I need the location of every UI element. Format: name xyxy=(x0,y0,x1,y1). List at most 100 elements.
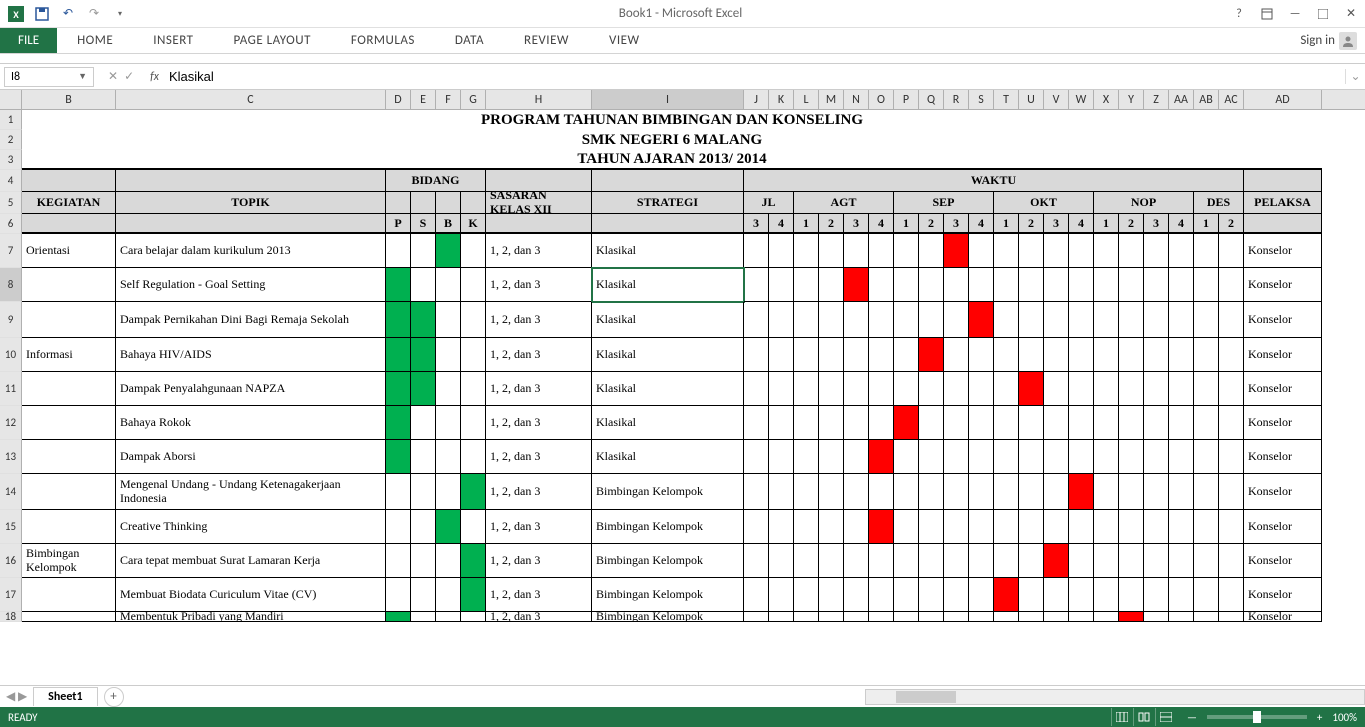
cell-B[interactable] xyxy=(436,302,461,338)
cell-waktu[interactable] xyxy=(869,578,894,612)
cell-waktu[interactable] xyxy=(919,268,944,302)
cell-waktu[interactable] xyxy=(1194,302,1219,338)
fx-icon[interactable]: fx xyxy=(144,70,165,84)
cell-waktu[interactable] xyxy=(769,372,794,406)
cell-waktu[interactable] xyxy=(1169,612,1194,622)
colhead-I[interactable]: I xyxy=(592,90,744,109)
cell-waktu[interactable] xyxy=(1194,406,1219,440)
cell-waktu[interactable] xyxy=(969,268,994,302)
cell-P[interactable] xyxy=(386,440,411,474)
cell[interactable] xyxy=(116,214,386,234)
cell-strategi[interactable]: Klasikal xyxy=(592,338,744,372)
cell-pelaksana[interactable]: Konselor xyxy=(1244,338,1322,372)
cell-waktu[interactable] xyxy=(994,268,1019,302)
cell-K[interactable] xyxy=(461,510,486,544)
cell-waktu[interactable] xyxy=(1169,578,1194,612)
cell-waktu[interactable] xyxy=(844,578,869,612)
cell-P[interactable] xyxy=(386,302,411,338)
cell-kegiatan[interactable]: Orientasi xyxy=(22,234,116,268)
cell-waktu[interactable] xyxy=(869,440,894,474)
cell-waktu[interactable] xyxy=(844,474,869,510)
cell-waktu[interactable] xyxy=(769,234,794,268)
cell-waktu[interactable] xyxy=(1044,234,1069,268)
cell-waktu[interactable] xyxy=(1019,544,1044,578)
formula-input[interactable] xyxy=(165,67,1345,86)
cell-P[interactable] xyxy=(386,372,411,406)
cell-waktu[interactable] xyxy=(1119,544,1144,578)
cell-waktu[interactable] xyxy=(1144,612,1169,622)
cell-waktu[interactable] xyxy=(1119,612,1144,622)
cell-waktu[interactable] xyxy=(894,234,919,268)
cell-strategi[interactable]: Bimbingan Kelompok xyxy=(592,612,744,622)
cell-B[interactable] xyxy=(436,440,461,474)
rownum[interactable]: 9 xyxy=(0,302,22,338)
cell-waktu[interactable] xyxy=(744,544,769,578)
cell-waktu[interactable] xyxy=(1144,440,1169,474)
cell-waktu[interactable] xyxy=(819,302,844,338)
cell-waktu[interactable] xyxy=(969,544,994,578)
cell-sasaran[interactable]: 1, 2, dan 3 xyxy=(486,234,592,268)
save-icon[interactable] xyxy=(30,3,54,25)
tab-home[interactable]: HOME xyxy=(57,28,133,53)
cell-waktu[interactable] xyxy=(869,544,894,578)
cell-waktu[interactable] xyxy=(819,268,844,302)
cell-waktu[interactable] xyxy=(1044,612,1069,622)
cell-waktu[interactable] xyxy=(1194,544,1219,578)
cell-waktu[interactable] xyxy=(769,440,794,474)
cell-waktu[interactable] xyxy=(869,406,894,440)
cell-waktu[interactable] xyxy=(944,268,969,302)
cell-waktu[interactable] xyxy=(1094,234,1119,268)
cell-strategi[interactable]: Klasikal xyxy=(592,234,744,268)
cell-topik[interactable]: Dampak Penyalahgunaan NAPZA xyxy=(116,372,386,406)
signin-link[interactable]: Sign in xyxy=(1300,32,1365,50)
cell-waktu[interactable] xyxy=(769,612,794,622)
cell-waktu[interactable] xyxy=(1169,440,1194,474)
rownum[interactable]: 7 xyxy=(0,234,22,268)
cell-pelaksana[interactable]: Konselor xyxy=(1244,612,1322,622)
qat-customize-icon[interactable]: ▾ xyxy=(108,3,132,25)
cell-waktu[interactable] xyxy=(1219,544,1244,578)
cell-waktu[interactable] xyxy=(1219,474,1244,510)
cell-strategi[interactable]: Bimbingan Kelompok xyxy=(592,544,744,578)
cell-waktu[interactable] xyxy=(744,510,769,544)
colhead-X[interactable]: X xyxy=(1094,90,1119,109)
cell-P[interactable] xyxy=(386,234,411,268)
cell-K[interactable] xyxy=(461,578,486,612)
cell-waktu[interactable] xyxy=(1169,510,1194,544)
cell-waktu[interactable] xyxy=(819,544,844,578)
colhead-AD[interactable]: AD xyxy=(1244,90,1322,109)
maximize-icon[interactable] xyxy=(1313,4,1333,24)
cell-waktu[interactable] xyxy=(1169,474,1194,510)
cell-sasaran[interactable]: 1, 2, dan 3 xyxy=(486,510,592,544)
cell-waktu[interactable] xyxy=(1044,474,1069,510)
cell-waktu[interactable] xyxy=(1219,578,1244,612)
rownum[interactable]: 12 xyxy=(0,406,22,440)
undo-icon[interactable]: ↶ xyxy=(56,3,80,25)
cell-P[interactable] xyxy=(386,578,411,612)
colhead-Z[interactable]: Z xyxy=(1144,90,1169,109)
cell-waktu[interactable] xyxy=(1044,372,1069,406)
colhead-F[interactable]: F xyxy=(436,90,461,109)
cell-waktu[interactable] xyxy=(1069,474,1094,510)
cell-waktu[interactable] xyxy=(1094,474,1119,510)
cell-waktu[interactable] xyxy=(769,338,794,372)
h-sasaran[interactable] xyxy=(486,170,592,192)
cell[interactable] xyxy=(486,214,592,234)
cell-waktu[interactable] xyxy=(1069,234,1094,268)
cell-P[interactable] xyxy=(386,510,411,544)
cell-waktu[interactable] xyxy=(1194,268,1219,302)
cell-waktu[interactable] xyxy=(1144,234,1169,268)
cell-waktu[interactable] xyxy=(1194,440,1219,474)
cell-pelaksana[interactable]: Konselor xyxy=(1244,302,1322,338)
cell-waktu[interactable] xyxy=(844,510,869,544)
colhead-L[interactable]: L xyxy=(794,90,819,109)
tab-formulas[interactable]: FORMULAS xyxy=(331,28,435,53)
cell-waktu[interactable] xyxy=(869,474,894,510)
cell-topik[interactable]: Bahaya HIV/AIDS xyxy=(116,338,386,372)
cell-waktu[interactable] xyxy=(994,474,1019,510)
cell-waktu[interactable] xyxy=(894,612,919,622)
cell-waktu[interactable] xyxy=(944,612,969,622)
enter-icon[interactable]: ✓ xyxy=(124,69,134,84)
cell-kegiatan[interactable] xyxy=(22,440,116,474)
cell-P[interactable] xyxy=(386,406,411,440)
